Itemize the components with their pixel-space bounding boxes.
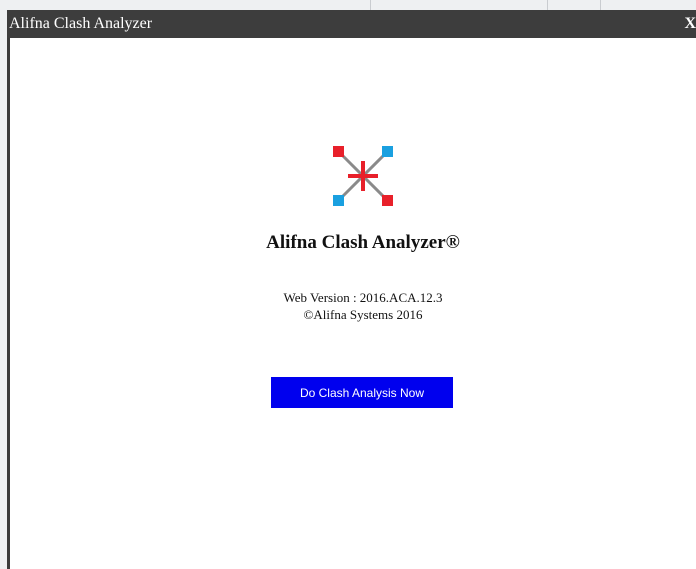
dialog-titlebar: Alifna Clash Analyzer X xyxy=(7,10,696,38)
strip-divider xyxy=(370,0,371,10)
strip-divider xyxy=(600,0,601,10)
app-name-heading: Alifna Clash Analyzer® xyxy=(266,232,460,253)
version-text: Web Version : 2016.ACA.12.3 xyxy=(283,290,443,305)
close-button[interactable]: X xyxy=(684,14,696,34)
copyright-text: ©Alifna Systems 2016 xyxy=(303,307,423,322)
browser-top-strip xyxy=(0,0,696,10)
dialog-title: Alifna Clash Analyzer xyxy=(9,15,153,32)
do-clash-analysis-button[interactable]: Do Clash Analysis Now xyxy=(271,377,453,408)
about-dialog: Alifna Clash Analyzer X Alifna Clash Ana… xyxy=(7,10,696,569)
strip-divider xyxy=(547,0,548,10)
clash-analyzer-logo-icon xyxy=(333,146,393,206)
